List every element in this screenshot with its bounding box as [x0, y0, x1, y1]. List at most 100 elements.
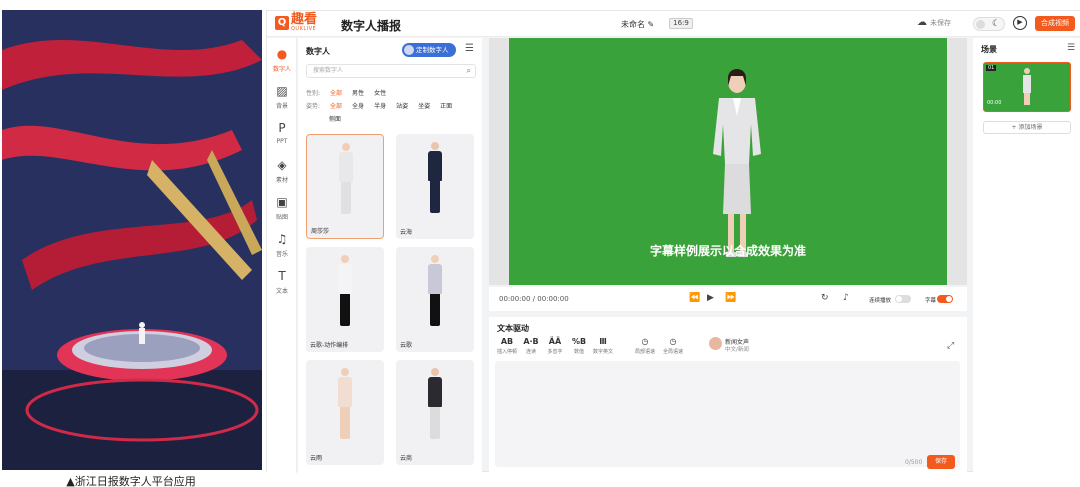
loop-label: 连续播放	[869, 298, 892, 304]
avatar-name: 云歌-动作编排	[310, 342, 349, 349]
text-tool-button[interactable]: ÄÄ 多音字	[543, 337, 567, 355]
top-bar: Q 趣看 QUKLIVE 数字人播报 未命名 ✎ 16:9 ☁ 未保存 ☾ ▶ …	[267, 11, 1080, 37]
avatar-search-input[interactable]: 搜索数字人 ⌕	[306, 64, 476, 78]
text-drive-panel: 文本驱动 AB 插入停顿 A·B 连读 ÄÄ 多音字 %B 数值 Ⅲ 数字英文 ◷ 局部语速 ◷ 全局语速…	[489, 317, 967, 473]
text-tool-label: 全局语速	[662, 349, 683, 355]
add-scene-button[interactable]: + 添加场景	[983, 121, 1071, 134]
caption-toggle[interactable]	[937, 295, 953, 303]
scene-number: 01	[986, 65, 997, 71]
script-textarea[interactable]	[495, 361, 960, 467]
text-tool-button[interactable]: A·B 连读	[519, 337, 543, 355]
presenter-figure	[713, 69, 761, 257]
nav-item-0[interactable]: ● 数字人	[267, 44, 297, 78]
stage-scene-illustration	[2, 10, 262, 470]
rewind-icon[interactable]: ⏪	[689, 293, 700, 303]
nav-item-5[interactable]: ♫ 音乐	[267, 229, 297, 263]
search-icon[interactable]: ⌕	[467, 65, 471, 77]
voice-avatar	[709, 337, 722, 350]
loop-toggle[interactable]	[895, 295, 911, 303]
text-tool-button[interactable]: ◷ 局部语速	[633, 337, 657, 355]
avatar-panel-title: 数字人	[306, 47, 330, 56]
avatar-figure	[426, 255, 444, 326]
compose-video-button[interactable]: 合成视频	[1035, 16, 1075, 31]
volume-icon[interactable]: ♪	[843, 293, 849, 303]
text-tool-label: 局部语速	[634, 349, 655, 355]
play-icon[interactable]: ▶	[707, 293, 714, 303]
filter-option[interactable]: 半身	[374, 101, 386, 110]
custom-avatar-button[interactable]: 定制数字人	[402, 43, 456, 57]
aspect-ratio-selector[interactable]: 16:9	[669, 18, 693, 29]
avatar-name: 云雨	[310, 455, 323, 462]
filter-option[interactable]: 女性	[374, 88, 386, 97]
nav-item-label: 素材	[275, 177, 288, 184]
avatar-figure	[337, 143, 355, 214]
preview-play-icon[interactable]: ▶	[1013, 16, 1027, 30]
expand-icon[interactable]: ⤢	[947, 341, 954, 351]
avatar-icon	[404, 45, 414, 55]
voice-description: 中文/新闻	[725, 347, 749, 353]
layers-icon: ◈	[277, 158, 287, 172]
nav-item-1[interactable]: ▨ 背景	[267, 81, 297, 115]
project-name[interactable]: 未命名 ✎	[621, 19, 654, 30]
collapse-panel-icon[interactable]: ☰	[465, 43, 474, 54]
avatar-panel: 数字人 定制数字人 ☰ 搜索数字人 ⌕ 性别: 全部 男性 女性 姿势: 全部 全身 半身站…	[298, 38, 482, 473]
text-tool-icon: A·B	[523, 337, 539, 346]
avatar-name: 周莎莎	[311, 228, 330, 235]
nav-item-label: 数字人	[272, 66, 291, 73]
menu-icon[interactable]: ☰	[1067, 43, 1075, 53]
image-icon: ▣	[276, 195, 288, 209]
avatar-card[interactable]: 周莎莎	[306, 134, 384, 239]
scene-thumbnail[interactable]: 01 00:00	[983, 62, 1071, 112]
text-tool-button[interactable]: %B 数值	[567, 337, 591, 355]
left-icon-nav: ● 数字人 ▨ 背景 P PPT ◈ 素材 ▣ 贴图 ♫ 音乐 T 文本	[267, 38, 297, 473]
char-counter: 0/500	[905, 459, 923, 466]
save-button[interactable]: 保存	[927, 455, 955, 469]
filter-option[interactable]: 侧面	[329, 114, 341, 123]
text-tool-icon: AB	[500, 337, 514, 346]
replay-icon[interactable]: ↻	[821, 293, 829, 303]
filter-option[interactable]: 男性	[352, 88, 364, 97]
text-tool-icon: Ⅲ	[599, 337, 607, 346]
avatar-figure	[336, 255, 354, 326]
stage-photo	[2, 10, 262, 470]
theme-toggle[interactable]: ☾	[973, 17, 1005, 31]
avatar-card[interactable]: 云商	[396, 360, 474, 465]
thumb-figure	[1023, 68, 1031, 105]
nav-item-3[interactable]: ◈ 素材	[267, 155, 297, 189]
text-tool-button[interactable]: AB 插入停顿	[495, 337, 519, 355]
filter-option[interactable]: 全身	[352, 101, 364, 110]
cloud-upload-icon: ☁	[917, 17, 927, 28]
logo-text: 趣看	[291, 12, 318, 27]
text-tool-icon: %B	[571, 337, 587, 346]
filter-option[interactable]: 站姿	[396, 101, 408, 110]
filter-option[interactable]: 坐姿	[418, 101, 430, 110]
fast-forward-icon[interactable]: ⏩	[725, 293, 736, 303]
text-tool-icon: ◷	[641, 337, 649, 346]
pose-filter: 姿势: 全部 全身 半身 站姿 坐姿 正面	[306, 101, 452, 110]
avatar-card[interactable]: 云歌	[396, 247, 474, 352]
nav-item-4[interactable]: ▣ 贴图	[267, 192, 297, 226]
avatar-figure	[426, 368, 444, 439]
text-tool-button[interactable]: Ⅲ 数字英文	[591, 337, 615, 355]
filter-label: 姿势:	[306, 103, 321, 110]
save-status: ☁ 未保存	[917, 17, 951, 28]
avatar-figure	[336, 368, 354, 439]
filter-option[interactable]: 正面	[440, 101, 452, 110]
avatar-name: 云海	[400, 229, 413, 236]
time-display: 00:00:00 / 00:00:00	[499, 295, 569, 303]
search-placeholder: 搜索数字人	[313, 67, 344, 74]
text-tool-icon: ◷	[669, 337, 677, 346]
avatar-card[interactable]: 云雨	[306, 360, 384, 465]
text-tool-label: 数值	[573, 349, 584, 355]
text-tool-button[interactable]: ◷ 全局语速	[661, 337, 685, 355]
green-screen-canvas[interactable]: 字幕样例展示以合成效果为准	[509, 38, 947, 285]
avatar-card[interactable]: 云海	[396, 134, 474, 239]
nav-item-2[interactable]: P PPT	[267, 118, 297, 152]
avatar-card[interactable]: 云歌-动作编排	[306, 247, 384, 352]
nav-item-6[interactable]: T 文本	[267, 266, 297, 300]
person-icon: ●	[276, 47, 288, 61]
filter-option[interactable]: 全部	[330, 101, 342, 110]
music-icon: ♫	[276, 232, 288, 246]
moon-icon: ☾	[992, 19, 1001, 29]
filter-option[interactable]: 全部	[330, 88, 342, 97]
